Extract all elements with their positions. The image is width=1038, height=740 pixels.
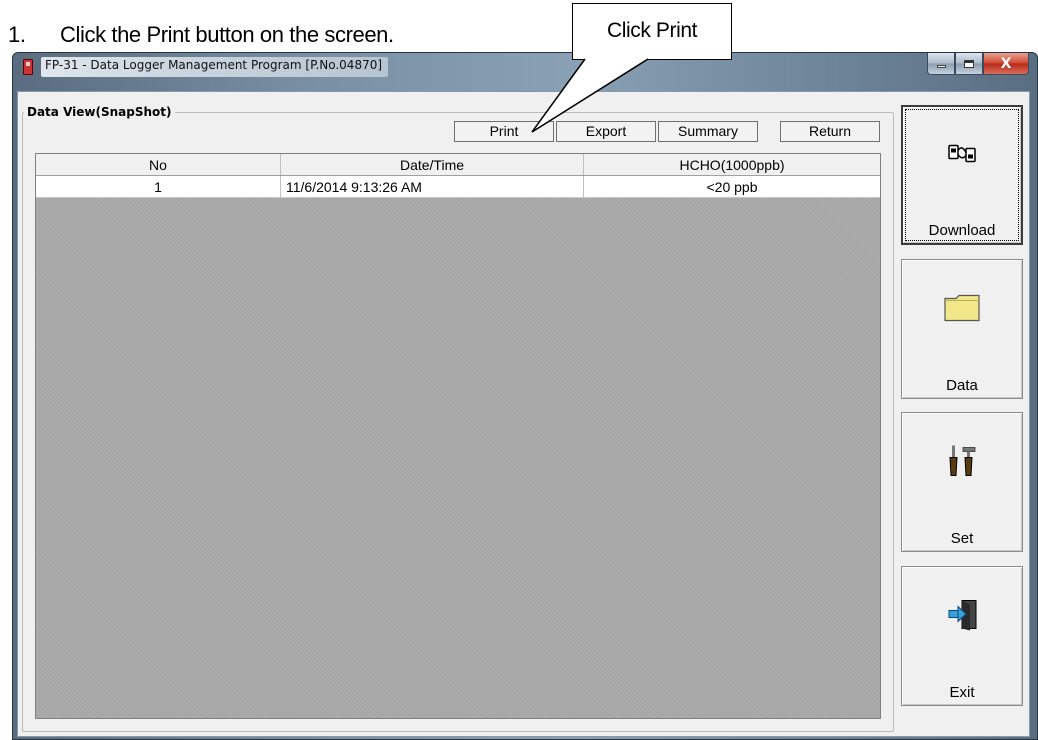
print-button[interactable]: Print	[454, 121, 554, 142]
minimize-icon	[936, 65, 946, 68]
cell-datetime: 11/6/2014 9:13:26 AM	[281, 176, 584, 197]
column-header-no[interactable]: No	[36, 154, 281, 175]
set-button[interactable]: Set	[901, 412, 1023, 552]
column-header-datetime[interactable]: Date/Time	[281, 154, 584, 175]
download-button[interactable]: Download	[901, 105, 1023, 245]
client-area: Data View(SnapShot) Print Export Summary…	[17, 91, 1030, 737]
callout-text: Click Print	[606, 19, 698, 42]
table-row[interactable]: 1 11/6/2014 9:13:26 AM <20 ppb	[36, 176, 880, 198]
minimize-button[interactable]	[927, 53, 955, 75]
close-button[interactable]: X	[983, 53, 1029, 75]
title-bar[interactable]: FP-31 - Data Logger Management Program […	[13, 53, 1037, 91]
callout-click-print: Click Print	[572, 3, 732, 60]
column-header-hcho[interactable]: HCHO(1000ppb)	[584, 154, 880, 175]
summary-button[interactable]: Summary	[658, 121, 758, 142]
data-view-title: Data View(SnapShot)	[24, 105, 175, 119]
exit-button[interactable]: Exit	[901, 566, 1023, 706]
window-title: FP-31 - Data Logger Management Program […	[41, 57, 389, 77]
set-label: Set	[950, 530, 974, 547]
folder-icon	[943, 292, 981, 327]
instruction-number: 1.	[8, 22, 26, 47]
maximize-button[interactable]	[955, 53, 983, 75]
data-button[interactable]: Data	[901, 259, 1023, 399]
maximize-icon	[964, 59, 974, 68]
tools-icon	[945, 443, 979, 482]
instruction-heading: 1. Click the Print button on the screen.	[8, 20, 394, 50]
export-button[interactable]: Export	[556, 121, 656, 142]
caption-buttons: X	[927, 53, 1029, 75]
download-label: Download	[928, 222, 996, 239]
instruction-text: Click the Print button on the screen.	[60, 22, 394, 47]
exit-label: Exit	[949, 684, 975, 701]
data-label: Data	[946, 377, 978, 394]
close-icon: X	[1000, 55, 1012, 72]
grid-header-row: No Date/Time HCHO(1000ppb)	[36, 154, 880, 176]
data-grid[interactable]: No Date/Time HCHO(1000ppb) 1 11/6/2014 9…	[35, 153, 881, 719]
return-button[interactable]: Return	[780, 121, 880, 142]
download-cable-icon	[947, 140, 977, 171]
cell-hcho: <20 ppb	[706, 178, 758, 195]
exit-door-icon	[944, 597, 980, 636]
app-icon	[23, 59, 33, 75]
app-window: FP-31 - Data Logger Management Program […	[12, 52, 1038, 740]
cell-no: 1	[36, 176, 281, 197]
